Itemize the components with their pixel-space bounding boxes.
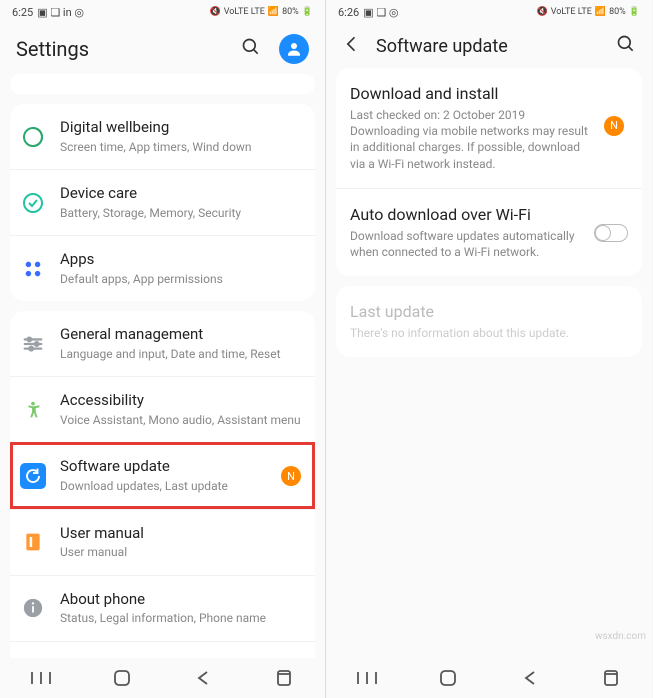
recents-button[interactable] <box>29 666 53 690</box>
page-title: Software update <box>376 36 602 57</box>
side-panel-button[interactable] <box>272 666 296 690</box>
battery-text: 80% <box>609 7 626 17</box>
status-bar: 6:26 ▣ ❏ ◎ 🔇 VoLTE LTE 📶 80% 🔋 <box>326 0 652 24</box>
profile-icon[interactable] <box>279 34 309 64</box>
back-button[interactable] <box>518 666 542 690</box>
battery-icon: 🔋 <box>302 7 313 17</box>
row-title: Digital wellbeing <box>60 118 305 138</box>
row-title: Last update <box>350 302 628 321</box>
row-sub: Language and input, Date and time, Reset <box>60 347 305 363</box>
notification-badge: N <box>281 466 301 486</box>
item-software-update[interactable]: Software update Download updates, Last up… <box>10 442 315 508</box>
row-sub: User manual <box>60 545 305 561</box>
status-bar: 6:25 ▣ ❏ in ◎ 🔇 VoLTE LTE 📶 80% 🔋 <box>0 0 325 24</box>
row-title: Developer options <box>60 656 305 658</box>
auto-download-row[interactable]: Auto download over Wi-Fi Download softwa… <box>336 188 642 276</box>
row-sub: Status, Legal information, Phone name <box>60 611 305 627</box>
back-icon[interactable] <box>342 34 362 58</box>
battery-text: 80% <box>282 7 299 17</box>
download-install-row[interactable]: Download and install Last checked on: 2 … <box>336 68 642 188</box>
row-sub: There's no information about this update… <box>350 325 628 341</box>
side-panel-button[interactable] <box>599 666 623 690</box>
header: Settings <box>0 24 325 74</box>
toggle-switch[interactable] <box>594 224 628 242</box>
back-button[interactable] <box>191 666 215 690</box>
row-sub: Download software updates automatically … <box>350 228 628 260</box>
row-title: About phone <box>60 590 305 610</box>
item-user-manual[interactable]: User manualUser manual <box>10 509 315 575</box>
row-sub: Download updates, Last update <box>60 479 267 495</box>
nav-bar <box>326 658 652 698</box>
item-apps[interactable]: Apps Default apps, App permissions <box>10 235 315 301</box>
row-sub: Battery, Storage, Memory, Security <box>60 206 305 222</box>
item-about-phone[interactable]: About phoneStatus, Legal information, Ph… <box>10 575 315 641</box>
row-title: Software update <box>60 457 267 477</box>
row-title: User manual <box>60 524 305 544</box>
signal-icon: 📶 <box>595 7 606 17</box>
row-title: Accessibility <box>60 391 305 411</box>
item-digital-wellbeing[interactable]: Digital wellbeing Screen time, App timers… <box>10 104 315 169</box>
nav-bar <box>0 658 325 698</box>
apps-icon <box>20 256 46 282</box>
network-text: VoLTE LTE <box>551 7 592 17</box>
software-update-screen: 6:26 ▣ ❏ ◎ 🔇 VoLTE LTE 📶 80% 🔋 Software … <box>326 0 652 698</box>
mute-icon: 🔇 <box>536 7 547 17</box>
row-sub: Default apps, App permissions <box>60 272 305 288</box>
page-title: Settings <box>16 37 89 61</box>
general-icon <box>20 331 46 357</box>
item-developer-options[interactable]: Developer optionsDeveloper options <box>10 641 315 658</box>
recents-button[interactable] <box>355 666 379 690</box>
status-icons: ▣ ❏ in ◎ <box>37 6 84 19</box>
row-title: Download and install <box>350 84 628 103</box>
user-manual-icon <box>20 529 46 555</box>
item-accessibility[interactable]: Accessibility Voice Assistant, Mono audio… <box>10 376 315 442</box>
about-icon <box>20 595 46 621</box>
clock: 6:26 <box>338 6 359 19</box>
home-button[interactable] <box>110 666 134 690</box>
search-icon[interactable] <box>241 37 261 61</box>
search-icon[interactable] <box>616 34 636 58</box>
battery-icon: 🔋 <box>629 7 640 17</box>
wellbeing-icon <box>20 124 46 150</box>
settings-list: Digital wellbeing Screen time, App timers… <box>0 74 325 658</box>
network-text: VoLTE LTE <box>224 7 265 17</box>
device-care-icon <box>20 190 46 216</box>
software-update-icon <box>20 463 46 489</box>
mute-icon: 🔇 <box>209 7 220 17</box>
header: Software update <box>326 24 652 68</box>
signal-icon: 📶 <box>268 7 279 17</box>
row-title: Device care <box>60 184 305 204</box>
home-button[interactable] <box>436 666 460 690</box>
item-device-care[interactable]: Device care Battery, Storage, Memory, Sec… <box>10 169 315 235</box>
detail-content: Download and install Last checked on: 2 … <box>326 68 652 658</box>
row-title: Auto download over Wi-Fi <box>350 205 628 224</box>
row-title: Apps <box>60 250 305 270</box>
item-general-management[interactable]: General management Language and input, Da… <box>10 311 315 376</box>
row-title: General management <box>60 325 305 345</box>
row-sub: Last checked on: 2 October 2019 Download… <box>350 107 628 172</box>
accessibility-icon <box>20 397 46 423</box>
watermark: wsxdn.com <box>595 631 646 642</box>
clock: 6:25 <box>12 6 33 19</box>
notification-badge: N <box>604 116 624 136</box>
last-update-row: Last update There's no information about… <box>336 286 642 357</box>
status-icons: ▣ ❏ ◎ <box>363 6 398 19</box>
row-sub: Voice Assistant, Mono audio, Assistant m… <box>60 413 305 429</box>
previous-card-peek <box>10 74 315 94</box>
row-sub: Screen time, App timers, Wind down <box>60 140 305 156</box>
settings-screen: 6:25 ▣ ❏ in ◎ 🔇 VoLTE LTE 📶 80% 🔋 Settin… <box>0 0 326 698</box>
